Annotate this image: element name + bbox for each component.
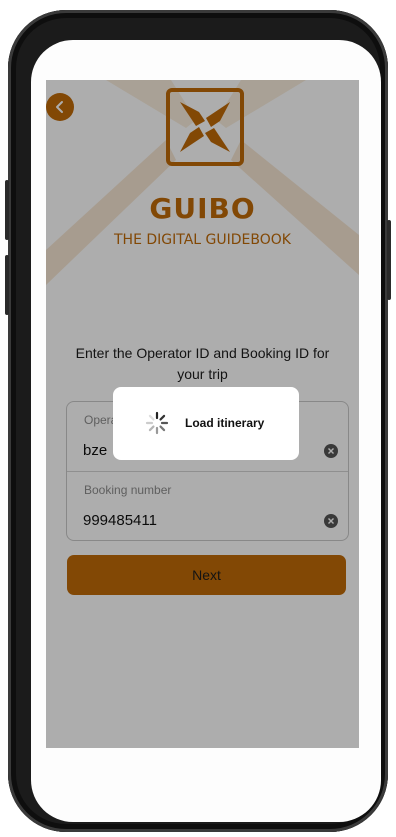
app-screen: GUIBO THE DIGITAL GUIDEBOOK Enter the Op… xyxy=(46,80,359,748)
phone-volume-button xyxy=(5,180,9,240)
loading-text: Load itinerary xyxy=(185,416,265,430)
spinner-icon xyxy=(145,411,169,435)
phone-power-button xyxy=(387,220,391,300)
phone-volume-button xyxy=(5,255,9,315)
loading-dialog: Load itinerary xyxy=(113,387,299,460)
